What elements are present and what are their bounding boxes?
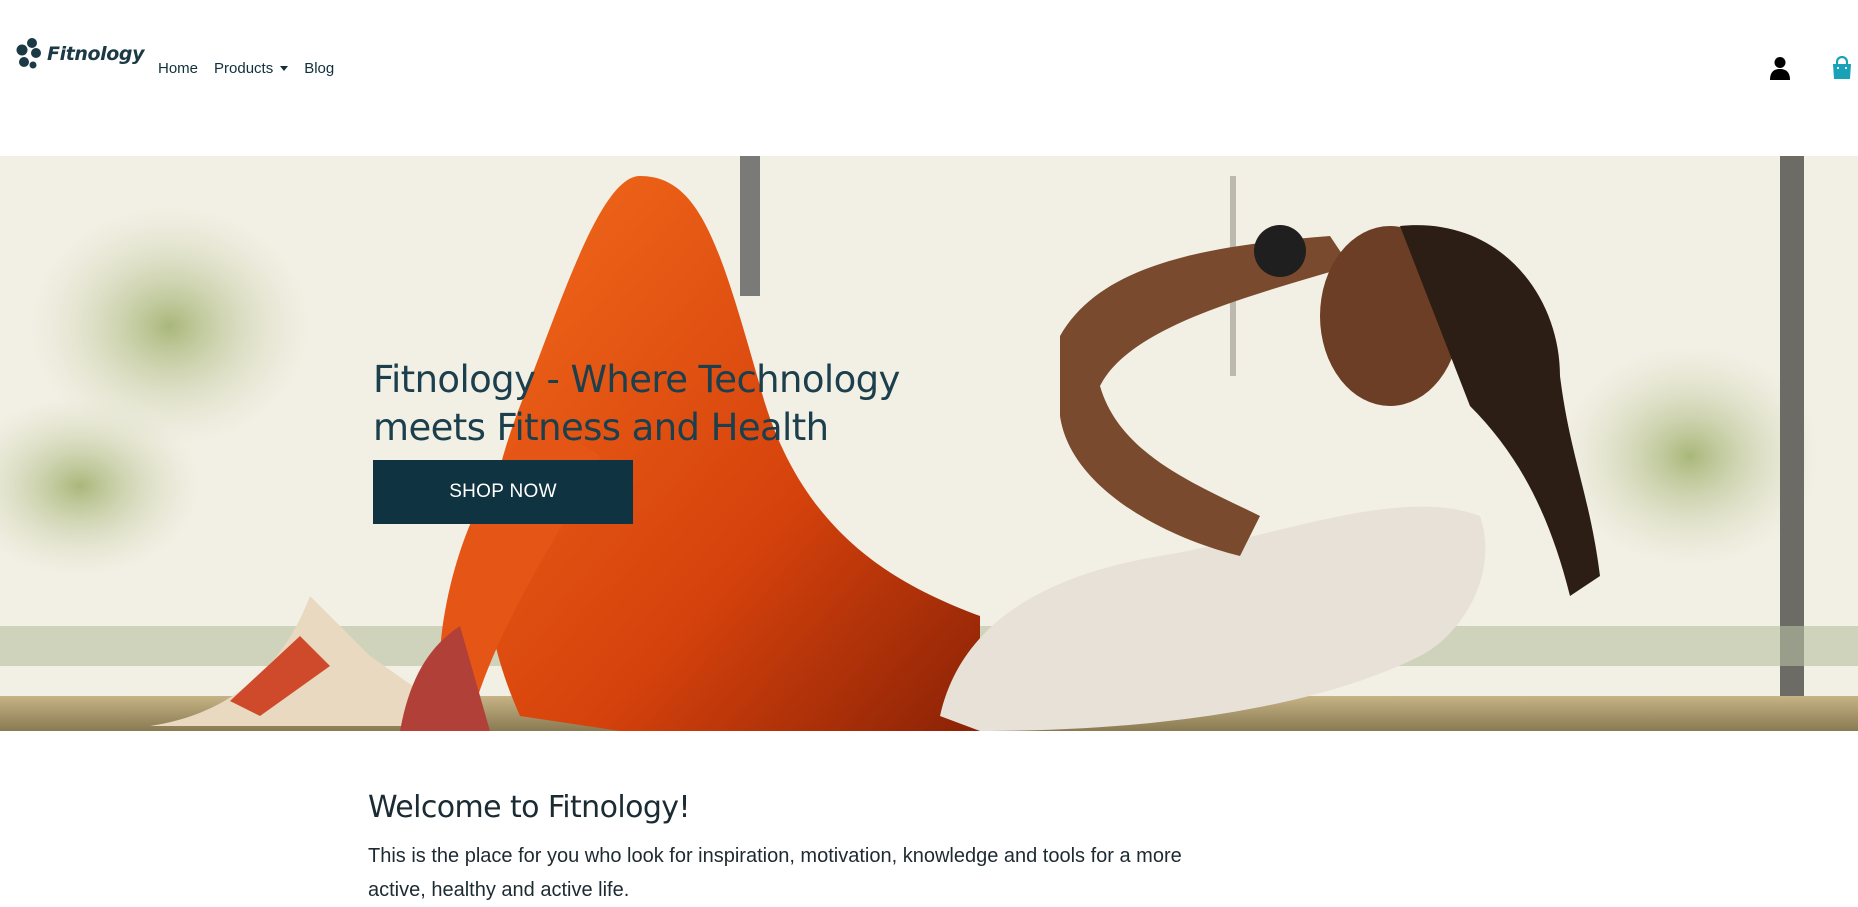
main-nav: Home Products Blog [158, 60, 350, 77]
nav-blog[interactable]: Blog [304, 60, 334, 77]
nav-products-dropdown[interactable]: Products [214, 60, 289, 77]
chevron-down-icon [280, 66, 289, 71]
logo-mark-icon [16, 38, 41, 69]
brand-name: Fitnology [47, 43, 145, 65]
navbar: Fitnology Home Products Blog [0, 0, 1858, 140]
shop-now-button[interactable]: SHOP NOW [373, 460, 633, 524]
hero-title: Fitnology - Where Technology meets Fitne… [373, 358, 900, 449]
welcome-section: Welcome to Fitnology! This is the place … [368, 790, 1188, 907]
welcome-title: Welcome to Fitnology! [368, 790, 690, 825]
shopping-bag-icon[interactable] [1831, 56, 1853, 80]
user-icon[interactable] [1769, 56, 1791, 80]
nav-products-label: Products [214, 60, 274, 77]
hero-banner: Fitnology - Where Technology meets Fitne… [0, 156, 1858, 731]
nav-home[interactable]: Home [158, 60, 198, 77]
brand-logo[interactable]: Fitnology [14, 36, 145, 72]
